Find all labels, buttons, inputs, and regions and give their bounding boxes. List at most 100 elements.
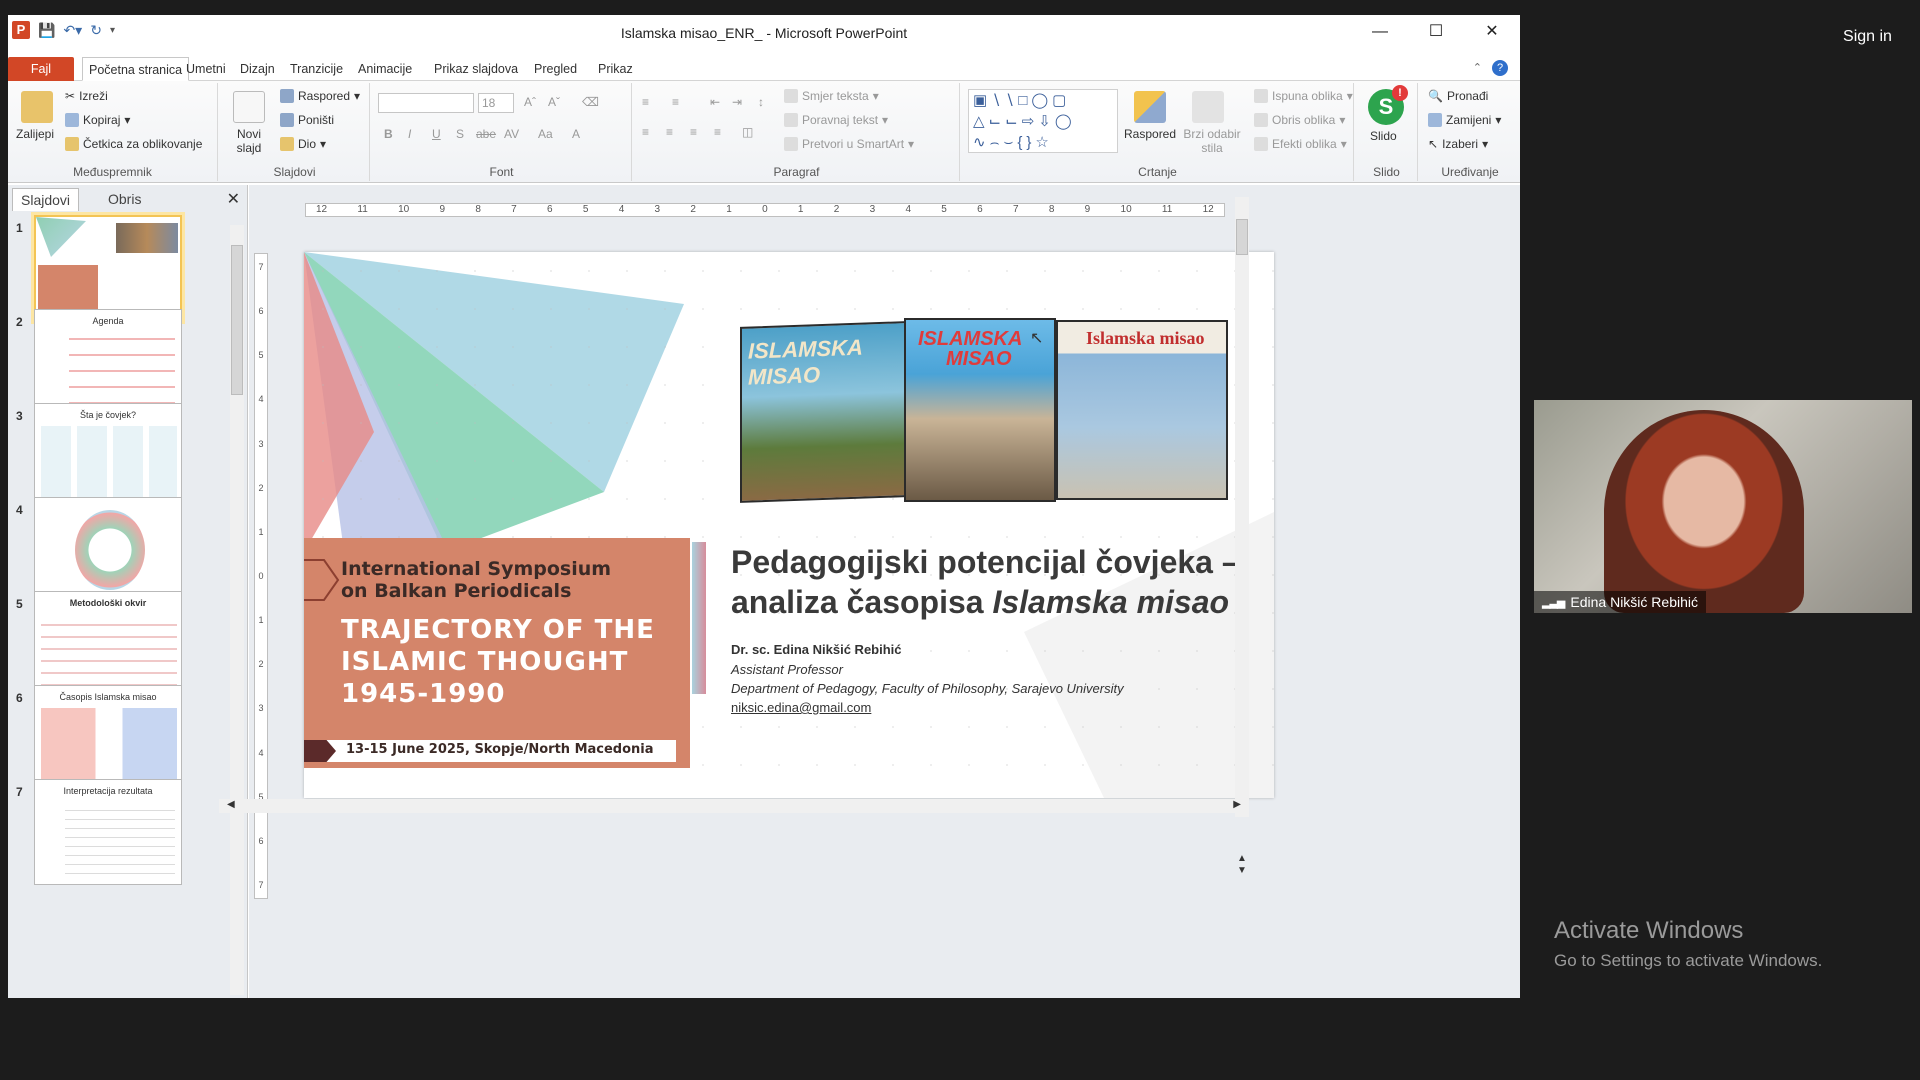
save-icon[interactable]: 💾 — [38, 22, 55, 39]
rectangle-shape-icon[interactable]: □ — [1018, 92, 1031, 109]
slide-canvas[interactable]: ISLAMSKA MISAO ISLAMSKA MISAO Islamska m… — [304, 252, 1274, 798]
decrease-indent-icon[interactable]: ⇤ — [710, 95, 720, 109]
help-icon[interactable]: ? — [1492, 60, 1508, 76]
arc-shape-icon[interactable]: ⌣ — [1003, 134, 1017, 151]
triangle-shape-icon[interactable]: △ — [973, 113, 989, 130]
quick-styles-icon[interactable] — [1192, 91, 1224, 123]
powerpoint-app-icon[interactable]: P — [12, 21, 30, 39]
tab-slides[interactable]: Slajdovi — [12, 188, 80, 211]
minimize-icon[interactable]: — — [1352, 15, 1408, 49]
editor-vertical-scrollbar[interactable]: ▲ ▼ — [1235, 197, 1249, 876]
align-text-button[interactable]: Poravnaj tekst ▾ — [784, 113, 888, 127]
brace-shape-icon[interactable]: { — [1017, 134, 1026, 151]
arrow-down-shape-icon[interactable]: ⇩ — [1038, 113, 1055, 130]
participant-video[interactable]: ▂▃▅ Edina Nikšić Rebihić — [1534, 400, 1912, 613]
paste-icon[interactable] — [21, 91, 53, 123]
slide-thumbnail[interactable]: Šta je čovjek? — [34, 403, 182, 509]
line-shape-icon[interactable]: ∖ — [991, 92, 1005, 109]
tab-insert[interactable]: Umetni — [180, 57, 232, 81]
tab-home[interactable]: Početna stranica — [82, 57, 190, 81]
slide-title[interactable]: Pedagogijski potencijal čovjeka – analiz… — [731, 542, 1271, 622]
tab-view[interactable]: Prikaz — [592, 57, 639, 81]
cut-button[interactable]: ✂ Izreži — [65, 89, 108, 103]
rounded-shape-icon[interactable]: ◯ — [1055, 113, 1076, 130]
line-spacing-icon[interactable]: ↕ — [758, 95, 764, 109]
numbering-icon[interactable]: ≡ — [672, 95, 679, 109]
connector-shape-icon[interactable]: ⌙ — [989, 113, 1006, 130]
italic-icon[interactable]: I — [408, 127, 411, 141]
shape-fill-button[interactable]: Ispuna oblika ▾ — [1254, 89, 1353, 103]
new-slide-icon[interactable] — [233, 91, 265, 123]
freeform-shape-icon[interactable]: ∿ — [973, 134, 990, 151]
scroll-left-icon[interactable]: ◀ — [227, 799, 235, 810]
customize-qat-icon[interactable]: ▾ — [110, 25, 115, 36]
author-email-link[interactable]: niksic.edina@gmail.com — [731, 700, 871, 715]
scroll-thumb[interactable] — [1236, 219, 1248, 255]
shape-outline-button[interactable]: Obris oblika ▾ — [1254, 113, 1345, 127]
text-direction-button[interactable]: Smjer teksta ▾ — [784, 89, 879, 103]
align-left-icon[interactable]: ≡ — [642, 125, 649, 139]
tab-review[interactable]: Pregled — [528, 57, 583, 81]
reset-button[interactable]: Poništi — [280, 113, 334, 127]
line-shape-icon[interactable]: ∖ — [1005, 92, 1019, 109]
sign-in-button[interactable]: Sign in — [1830, 22, 1905, 52]
collapse-ribbon-icon[interactable]: ⌃ — [1473, 61, 1482, 74]
tab-slideshow[interactable]: Prikaz slajdova — [428, 57, 524, 81]
scroll-right-icon[interactable]: ▶ — [1233, 799, 1241, 810]
copy-button[interactable]: Kopiraj ▾ — [65, 113, 130, 127]
editor-horizontal-scrollbar[interactable]: ◀ ▶ — [219, 799, 1249, 813]
find-button[interactable]: 🔍 Pronađi — [1428, 89, 1488, 103]
select-button[interactable]: ↖ Izaberi ▾ — [1428, 137, 1488, 151]
font-size-combobox[interactable]: 18 — [478, 93, 514, 113]
oval-shape-icon[interactable]: ◯ — [1031, 92, 1052, 109]
maximize-icon[interactable]: ☐ — [1408, 15, 1464, 49]
panel-scrollbar[interactable] — [230, 225, 244, 995]
smartart-button[interactable]: Pretvori u SmartArt ▾ — [784, 137, 914, 151]
curve-shape-icon[interactable]: ⌢ — [990, 134, 1004, 151]
connector-shape-icon[interactable]: ⌙ — [1005, 113, 1022, 130]
bullets-icon[interactable]: ≡ — [642, 95, 649, 109]
replace-button[interactable]: Zamijeni ▾ — [1428, 113, 1501, 127]
slide-thumbnail[interactable] — [31, 212, 185, 324]
shape-effects-button[interactable]: Efekti oblika ▾ — [1254, 137, 1347, 151]
tab-transitions[interactable]: Tranzicije — [284, 57, 349, 81]
align-center-icon[interactable]: ≡ — [666, 125, 673, 139]
tab-file[interactable]: Fajl — [8, 57, 74, 81]
align-right-icon[interactable]: ≡ — [690, 125, 697, 139]
new-slide-button[interactable]: Novi slajd — [232, 127, 266, 155]
quick-styles-button[interactable]: Brzi odabir stila — [1182, 127, 1242, 155]
clear-format-icon[interactable]: ⌫ — [582, 95, 599, 109]
close-panel-icon[interactable]: ✕ — [227, 189, 240, 209]
tab-design[interactable]: Dizajn — [234, 57, 281, 81]
grow-font-icon[interactable]: Aˆ — [524, 95, 536, 109]
paste-button[interactable]: Zalijepi — [16, 127, 54, 141]
underline-icon[interactable]: U — [432, 127, 441, 141]
shrink-font-icon[interactable]: Aˇ — [548, 95, 560, 109]
columns-icon[interactable]: ◫ — [742, 125, 753, 139]
char-spacing-icon[interactable]: AV — [504, 127, 519, 141]
prev-next-slide-icon[interactable]: ▲ ▼ — [1237, 853, 1247, 877]
font-color-icon[interactable]: A — [572, 127, 580, 141]
section-button[interactable]: Dio ▾ — [280, 137, 326, 151]
scroll-thumb[interactable] — [231, 245, 243, 395]
slide-thumbnail[interactable] — [34, 497, 182, 603]
redo-icon[interactable]: ↻ — [90, 22, 102, 39]
slide-thumbnail[interactable]: Metodološki okvir — [34, 591, 182, 697]
change-case-icon[interactable]: Aa — [538, 127, 553, 141]
format-painter-button[interactable]: Četkica za oblikovanje — [65, 137, 202, 151]
slide-thumbnail[interactable]: Agenda — [34, 309, 182, 415]
justify-icon[interactable]: ≡ — [714, 125, 721, 139]
shadow-icon[interactable]: S — [456, 127, 464, 141]
textbox-shape-icon[interactable]: ▣ — [973, 92, 991, 109]
increase-indent-icon[interactable]: ⇥ — [732, 95, 742, 109]
font-name-combobox[interactable] — [378, 93, 474, 113]
layout-button[interactable]: Raspored ▾ — [280, 89, 360, 103]
arrange-button[interactable]: Raspored — [1124, 127, 1176, 141]
slide-thumbnail[interactable]: Interpretacija rezultata — [34, 779, 182, 885]
tab-animations[interactable]: Animacije — [352, 57, 418, 81]
arrow-right-shape-icon[interactable]: ⇨ — [1022, 113, 1039, 130]
bold-icon[interactable]: B — [384, 127, 393, 141]
star-shape-icon[interactable]: ☆ — [1035, 134, 1052, 151]
shapes-gallery[interactable]: ▣∖∖□◯▢ △⌙⌙⇨⇩◯ ∿⌢⌣{}☆ — [968, 89, 1118, 153]
rounded-rect-shape-icon[interactable]: ▢ — [1052, 92, 1070, 109]
